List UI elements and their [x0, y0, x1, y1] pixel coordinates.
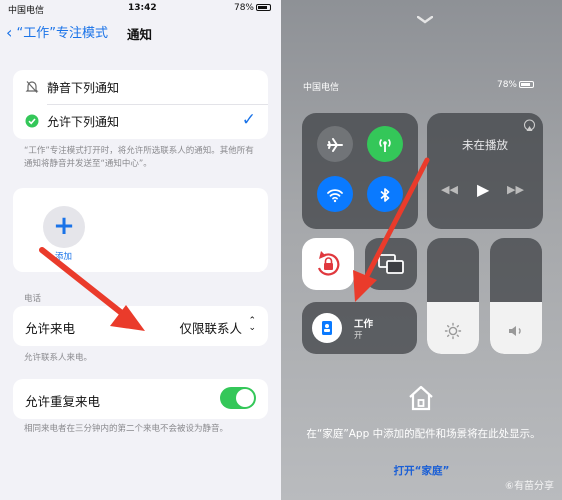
add-contact-button[interactable]: +	[43, 206, 85, 248]
carrier-label: 中国电信	[303, 83, 340, 93]
chevron-left-icon: ‹	[6, 23, 13, 42]
connectivity-module	[302, 113, 418, 229]
wifi-icon	[327, 188, 343, 202]
allow-calls-row[interactable]: 允许来电 仅限联系人 ⌃ ⌄	[13, 306, 268, 346]
cellular-icon	[379, 138, 391, 152]
airplane-icon	[327, 137, 343, 152]
navigation-bar: ‹ “工作”专注模式 通知	[0, 20, 281, 44]
battery-icon	[519, 81, 534, 88]
chevron-down-icon[interactable]	[417, 16, 433, 24]
option-label: 静音下列通知	[47, 81, 120, 95]
allow-calls-value: 仅限联系人	[179, 321, 242, 336]
cellular-data-button[interactable]	[367, 126, 403, 162]
watermark: ⑥有苗分享	[505, 481, 554, 492]
screen-mirroring-button[interactable]	[365, 238, 417, 290]
repeated-calls-label: 允许重复来电	[25, 394, 101, 409]
brightness-slider[interactable]	[427, 238, 479, 354]
settings-pane: 中国电信 13:42 78% ‹ “工作”专注模式 通知 静音下列通知 允许下列…	[0, 0, 281, 500]
battery-icon	[256, 4, 271, 11]
allowed-people-card: + 添加	[13, 188, 268, 272]
speaker-icon	[509, 326, 521, 336]
home-message: 在“家庭”App 中添加的配件和场景将在此处显示。	[306, 428, 541, 440]
sun-icon	[444, 322, 462, 340]
status-bar: 中国电信 13:42 78%	[0, 0, 281, 16]
bell-slash-icon	[25, 81, 39, 93]
carrier-label: 中国电信	[8, 6, 45, 16]
wifi-button[interactable]	[317, 176, 353, 212]
repeated-calls-footnote: 相同来电者在三分钟内的第二个来电不会被设为静音。	[24, 424, 229, 434]
screen-mirroring-icon	[378, 254, 404, 274]
previous-track-icon[interactable]: ◀◀	[441, 183, 458, 196]
check-badge-icon	[25, 114, 39, 128]
option-label: 允许下列通知	[47, 115, 120, 129]
rotation-lock-icon	[317, 251, 340, 276]
battery-status: 78%	[497, 80, 534, 90]
airplay-icon[interactable]	[523, 119, 536, 132]
back-label: “工作”专注模式	[16, 26, 109, 41]
calls-section-header: 电话	[24, 294, 42, 304]
page-title: 通知	[127, 27, 153, 42]
battery-percent: 78%	[496, 80, 517, 90]
now-playing-title: 未在播放	[462, 138, 508, 152]
airplane-mode-button[interactable]	[317, 126, 353, 162]
focus-state: 开	[354, 331, 363, 341]
allow-calls-label: 允许来电	[25, 321, 76, 336]
checkmark-icon: ✓	[241, 110, 256, 130]
control-center-pane: 中国电信 78% 未在播放 ◀◀ ▶ ▶▶ 工作 开 在“家庭”App 中添加的…	[281, 0, 562, 500]
chevron-up-down-icon: ⌃ ⌄	[248, 316, 256, 333]
options-footnote: “工作”专注模式打开时，将允许所选联系人的通知。其他所有通知将静音并发送至“通知…	[24, 146, 254, 169]
open-home-link[interactable]: 打开“家庭”	[281, 463, 562, 478]
add-label: 添加	[55, 252, 73, 262]
allow-calls-footnote: 允许联系人来电。	[24, 353, 93, 363]
notification-mode-list: 静音下列通知 允许下列通知 ✓	[13, 70, 268, 139]
work-badge-icon	[322, 321, 332, 335]
repeated-calls-row: 允许重复来电	[13, 379, 268, 419]
rotation-lock-button[interactable]	[302, 238, 354, 290]
volume-slider[interactable]	[490, 238, 542, 354]
back-button[interactable]: ‹ “工作”专注模式	[6, 22, 108, 42]
next-track-icon[interactable]: ▶▶	[507, 183, 524, 196]
bluetooth-button[interactable]	[367, 176, 403, 212]
focus-badge	[312, 313, 342, 343]
battery-status: 78%	[234, 3, 271, 13]
now-playing-module[interactable]: 未在播放 ◀◀ ▶ ▶▶	[427, 113, 543, 229]
play-icon[interactable]: ▶	[477, 180, 489, 199]
repeated-calls-toggle[interactable]	[220, 387, 256, 409]
battery-percent: 78%	[233, 3, 254, 13]
clock: 13:42	[128, 3, 157, 13]
option-allow[interactable]: 允许下列通知 ✓	[13, 104, 268, 138]
bluetooth-icon	[380, 187, 390, 202]
focus-module[interactable]: 工作 开	[302, 302, 417, 354]
option-silence[interactable]: 静音下列通知	[13, 70, 268, 104]
home-icon	[409, 385, 433, 411]
focus-name: 工作	[354, 319, 374, 330]
